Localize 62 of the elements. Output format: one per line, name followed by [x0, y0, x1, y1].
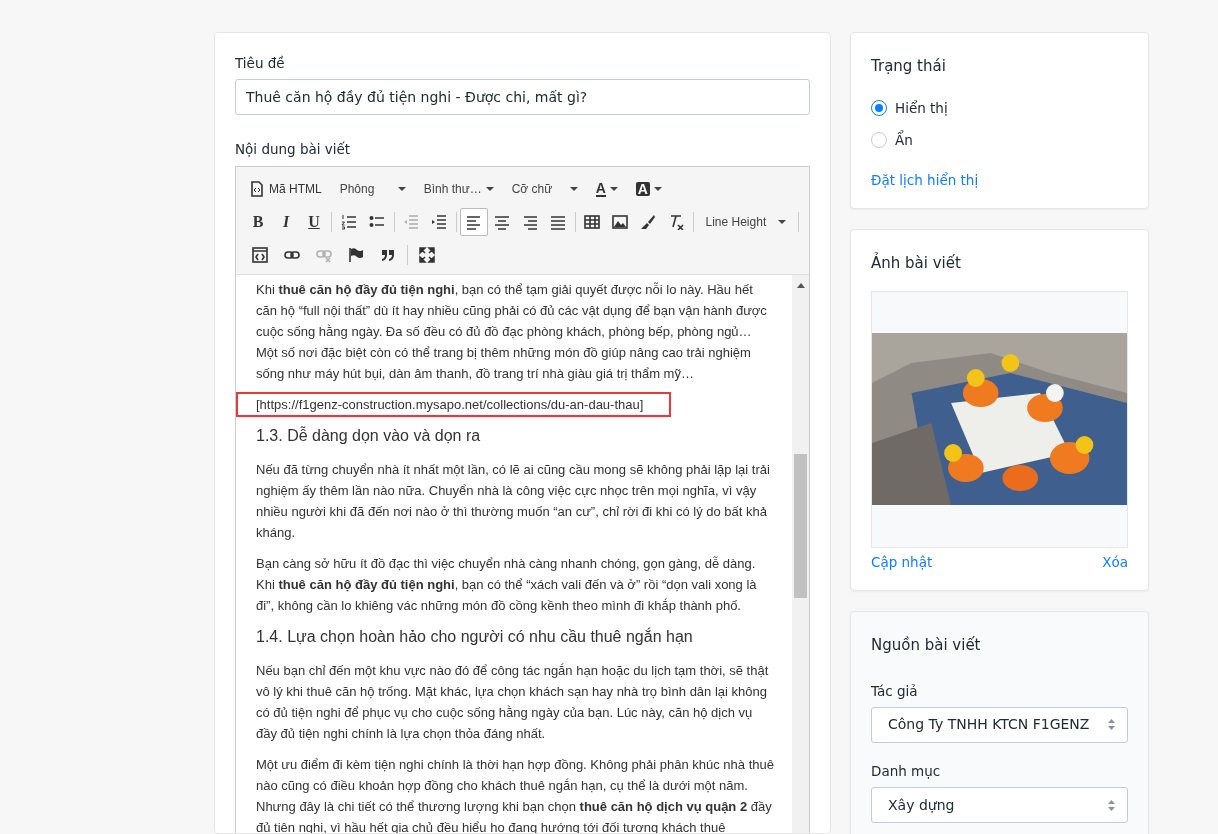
code-view-icon [252, 247, 268, 263]
image-icon [612, 214, 628, 230]
align-left-icon [465, 214, 482, 230]
html-file-icon [249, 181, 265, 197]
select-field[interactable]: Công Ty TNHH KTCN F1GENZ [871, 706, 1128, 743]
section-heading: 1.3. Dễ dàng dọn vào và dọn ra [256, 425, 482, 446]
paragraph: Bạn càng sở hữu ít đồ đạc thì việc chuyển nhà càng nhanh chóng, gọn gàng, dễ dàng. Khi thuê căn hộ đầy đủ tiện nghi, bạn có thể “xách vali đến và ở” rồi “dọn vali xong là đi”, không cần lo khiêng vác những món đồ cồng kềnh theo mình đi khắp thành phố. [256, 554, 758, 615]
section-heading: 1.4. Lựa chọn hoàn hảo cho người có nhu cầu thuê ngắn hạn [256, 626, 694, 647]
link-text: [https://f1genz-construction.mysapo.net/collections/du-an-dau-thau] [238, 393, 670, 415]
caret-icon [777, 220, 786, 224]
sort-arrows-icon [1108, 799, 1115, 811]
dropdown-button[interactable]: Bình thư… [414, 175, 503, 203]
text-color-button[interactable]: A [586, 175, 627, 203]
caret-icon [569, 187, 578, 191]
quote-icon [380, 247, 396, 263]
caret-icon [609, 187, 618, 191]
title-field[interactable]: Thuê căn hộ đầy đủ tiện nghi - Được chi, mất gì? [235, 79, 810, 116]
brush-icon [640, 214, 656, 230]
dropdown-button[interactable]: Phông [330, 175, 415, 203]
field-label: Tác giả [871, 681, 918, 701]
justify-icon [549, 214, 566, 230]
caret-icon [485, 187, 494, 191]
caret-icon [397, 187, 406, 191]
scrollbar-thumb[interactable] [794, 453, 807, 598]
unlink-icon [316, 247, 332, 263]
delete-link[interactable]: Xóa [1102, 551, 1128, 572]
html-code-button[interactable]: Mã HTML [244, 175, 331, 203]
paragraph: Nếu bạn chỉ đến một khu vực nào đó để công tác ngắn hạn hoặc du lịch tạm thời, sẽ thật vô lý khi thuê căn hộ trống. Mặt khác, lựa chọn khách sạn hay nhà trọ bình dân lại không có đủ tiện nghi để phục vụ cho cuộc sống hằng ngày của bạn. Lúc này, căn hộ dịch vụ đầy đủ tiện nghi chính là lựa chọn thỏa đáng nhất. [256, 661, 770, 743]
highlight-color-button[interactable]: A [626, 175, 671, 203]
paragraph: Khi thuê căn hộ đầy đủ tiện nghi, bạn có thể tạm giải quyết được nỗi lo này. Hầu hết căn hộ “full nội thất” dù ít hay nhiều cũng phải có đủ các vật dụng để bạn vận hành được cuộc sống hằng ngày. Đa số đều có đủ đồ đạc phòng khách, phòng bếp, phòng ngủ… [256, 280, 768, 341]
field-label: Tiêu đề [235, 54, 285, 73]
dropdown-button[interactable]: Cỡ chữ [502, 175, 587, 203]
select-field[interactable]: Xây dựng [871, 787, 1128, 823]
italic-button[interactable]: I [272, 208, 300, 236]
schedule-link[interactable]: Đặt lịch hiển thị [871, 170, 979, 191]
field-label: Danh mục [871, 761, 941, 781]
radio-option[interactable]: Ẩn [871, 129, 1128, 150]
dropdown-button[interactable]: Line Height [696, 208, 795, 236]
align-center-icon [493, 214, 510, 230]
bullet-list-icon [368, 214, 385, 230]
card-title: Ảnh bài viết [871, 252, 962, 275]
scroll-up-icon[interactable] [796, 282, 805, 288]
sort-arrows-icon [1108, 719, 1115, 731]
card-title: Trạng thái [871, 56, 947, 77]
paragraph: Một số nơi đặc biệt còn có thể trang bị thêm những món đồ giúp nâng cao trải nghiệm sống như máy hút bụi, dàn âm thanh, đồ trang trí nhà giàu giá trị thẩm mỹ… [256, 343, 752, 383]
table-icon [584, 214, 600, 230]
ordered-list-icon [340, 214, 357, 230]
fullscreen-icon [419, 247, 435, 263]
flag-icon [348, 247, 364, 263]
caret-icon [653, 187, 662, 191]
update-link[interactable]: Cập nhật [871, 551, 933, 572]
underline-button[interactable]: U [300, 208, 328, 236]
align-left-button[interactable] [459, 208, 488, 236]
align-right-icon [521, 214, 538, 230]
bold-button[interactable]: B [244, 208, 272, 236]
card-title: Nguồn bài viết [871, 635, 982, 656]
field-label: Nội dung bài viết [235, 140, 351, 160]
radio-option[interactable]: Hiển thị [871, 97, 1128, 118]
indent-icon [431, 214, 447, 230]
outdent-icon [403, 214, 419, 230]
clear-format-icon [668, 214, 684, 230]
paragraph: Nếu đã từng chuyển nhà ít nhất một lần, có lẽ ai cũng cầu mong sẽ không phải lặp lại trải nghiệm ấy thêm lần nào nữa. Chuyển nhà là công việc cực nhọc trên mọi nghĩa, vì vậy nhiều người khi đã đến nơi nào ở thì thường muốn “an cư”, chỉ rời đi khi có lý do bất khả kháng. [256, 460, 771, 542]
